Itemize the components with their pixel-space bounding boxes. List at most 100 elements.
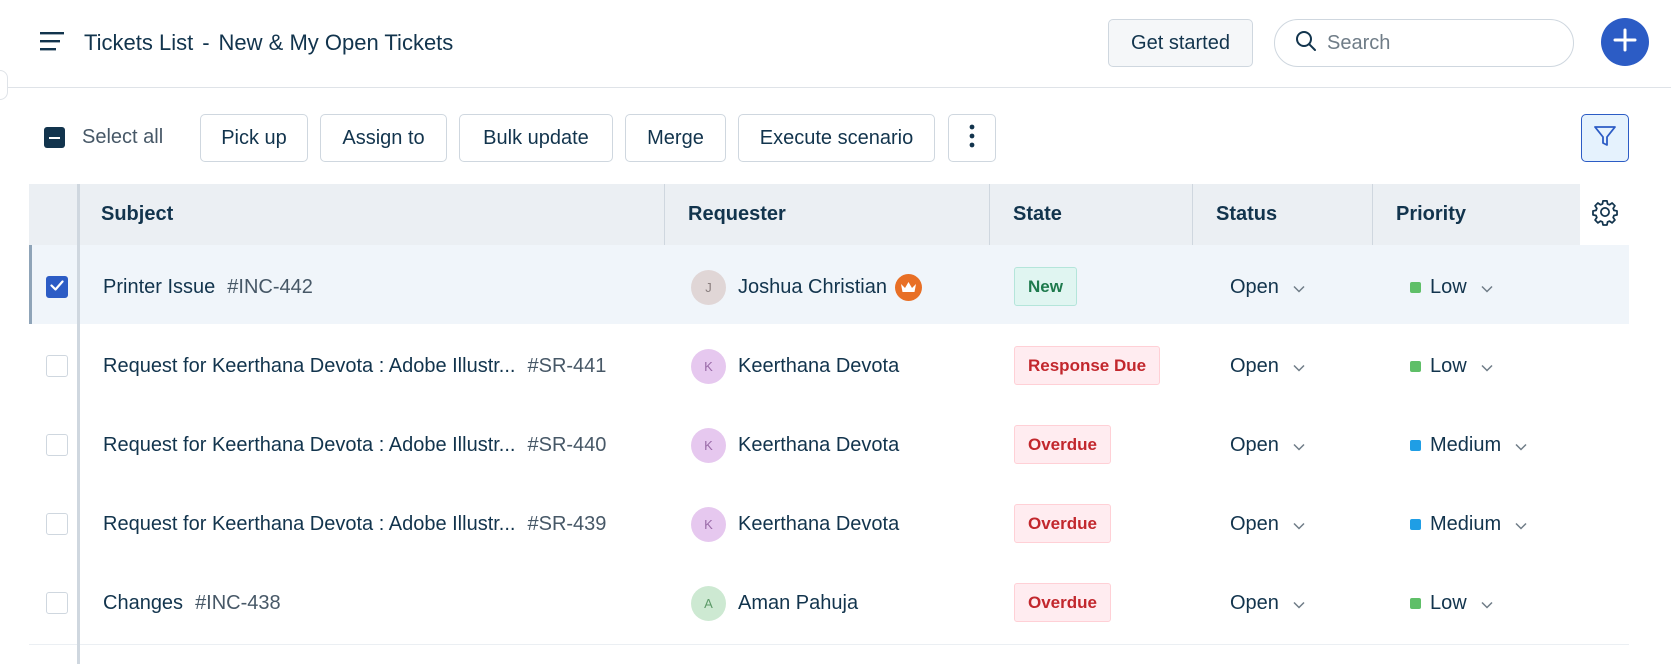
ticket-id: #INC-438 <box>195 591 281 614</box>
view-name[interactable]: New & My Open Tickets <box>219 30 454 55</box>
column-header-state[interactable]: State <box>989 184 1192 245</box>
merge-button[interactable]: Merge <box>625 114 726 162</box>
ticket-subject[interactable]: Printer Issue #INC-442 <box>103 245 663 329</box>
search-input[interactable] <box>1327 31 1547 55</box>
search-icon <box>1295 30 1317 57</box>
ticket-subject[interactable]: Request for Keerthana Devota : Adobe Ill… <box>103 482 663 566</box>
ticket-subject-text: Request for Keerthana Devota : Adobe Ill… <box>103 433 516 456</box>
status-value: Open <box>1230 354 1279 377</box>
ticket-subject[interactable]: Changes #INC-438 <box>103 561 663 645</box>
column-header-label: Status <box>1216 203 1278 225</box>
priority-color-dot <box>1410 360 1421 372</box>
funnel-filter-icon <box>1593 124 1617 153</box>
status-value: Open <box>1230 433 1279 456</box>
avatar: A <box>691 585 726 621</box>
column-header-label: State <box>1013 203 1062 225</box>
priority-dropdown[interactable]: Low <box>1410 324 1493 408</box>
avatar: K <box>691 506 726 542</box>
table-row[interactable]: Request for Keerthana Devota : Adobe Ill… <box>29 324 1629 408</box>
priority-color-dot <box>1410 281 1421 293</box>
avatar: K <box>691 348 726 384</box>
row-checkbox[interactable] <box>46 434 68 456</box>
row-checkbox[interactable] <box>46 355 68 377</box>
chevron-down-icon <box>1481 592 1493 615</box>
state-badge: New <box>1014 267 1077 306</box>
chevron-down-icon <box>1515 434 1527 457</box>
state-badge: Overdue <box>1014 425 1111 464</box>
chevron-down-icon <box>1293 434 1305 457</box>
table-row[interactable]: Changes #INC-438 A Aman Pahuja Overdue Open Lo… <box>29 561 1629 645</box>
priority-dropdown[interactable]: Low <box>1410 245 1493 329</box>
avatar: K <box>691 427 726 463</box>
ticket-subject[interactable]: Request for Keerthana Devota : Adobe Ill… <box>103 403 663 487</box>
priority-value: Low <box>1430 591 1467 614</box>
title-separator: - <box>202 30 210 55</box>
add-new-button[interactable] <box>1601 18 1649 66</box>
bulk-update-button[interactable]: Bulk update <box>459 114 613 162</box>
chevron-down-icon <box>1293 276 1305 299</box>
state-badge: Response Due <box>1014 346 1161 385</box>
status-dropdown[interactable]: Open <box>1230 403 1305 487</box>
requester-cell[interactable]: K Keerthana Devota <box>691 403 899 487</box>
requester-cell[interactable]: K Keerthana Devota <box>691 482 899 566</box>
state-badge: Overdue <box>1014 504 1111 543</box>
chevron-down-icon <box>1293 355 1305 378</box>
checkmark-icon <box>50 278 64 296</box>
hamburger-menu-icon[interactable] <box>40 30 66 52</box>
column-header-priority[interactable]: Priority <box>1372 184 1580 245</box>
status-value: Open <box>1230 275 1279 298</box>
filter-button[interactable] <box>1581 114 1629 162</box>
assign-to-button[interactable]: Assign to <box>320 114 447 162</box>
more-actions-button[interactable] <box>948 114 996 162</box>
requester-cell[interactable]: K Keerthana Devota <box>691 324 899 408</box>
status-value: Open <box>1230 512 1279 535</box>
select-all-control[interactable]: Select all <box>44 126 163 149</box>
table-settings-button[interactable] <box>1580 184 1629 245</box>
column-header-label: Requester <box>688 203 786 225</box>
ticket-id: #INC-442 <box>227 275 313 298</box>
row-checkbox[interactable] <box>46 513 68 535</box>
column-freeze-line <box>77 184 80 664</box>
row-checkbox[interactable] <box>46 592 68 614</box>
requester-cell[interactable]: A Aman Pahuja <box>691 561 858 645</box>
plus-icon <box>1613 28 1637 57</box>
sidebar-edge-handle[interactable] <box>0 70 8 100</box>
column-header-label: Priority <box>1396 203 1467 225</box>
column-header-requester[interactable]: Requester <box>664 184 989 245</box>
status-dropdown[interactable]: Open <box>1230 561 1305 645</box>
status-dropdown[interactable]: Open <box>1230 324 1305 408</box>
table-row[interactable]: Request for Keerthana Devota : Adobe Ill… <box>29 482 1629 566</box>
table-header: Subject Requester State Status Priority <box>29 184 1629 245</box>
status-dropdown[interactable]: Open <box>1230 482 1305 566</box>
table-row[interactable]: Request for Keerthana Devota : Adobe Ill… <box>29 403 1629 487</box>
priority-dropdown[interactable]: Low <box>1410 561 1493 645</box>
priority-dropdown[interactable]: Medium <box>1410 482 1527 566</box>
requester-name: Keerthana Devota <box>738 512 900 535</box>
column-header-subject[interactable]: Subject <box>77 184 694 245</box>
ticket-id: #SR-440 <box>527 433 607 456</box>
ticket-subject-text: Printer Issue <box>103 275 216 298</box>
vip-crown-icon <box>894 273 922 301</box>
table-row[interactable]: Printer Issue #INC-442 J Joshua Christian Ne… <box>29 245 1629 329</box>
select-all-checkbox[interactable] <box>44 127 65 148</box>
priority-dropdown[interactable]: Medium <box>1410 403 1527 487</box>
priority-value: Medium <box>1430 512 1502 535</box>
status-dropdown[interactable]: Open <box>1230 245 1305 329</box>
priority-value: Medium <box>1430 433 1502 456</box>
ticket-subject-text: Request for Keerthana Devota : Adobe Ill… <box>103 512 516 535</box>
ticket-subject[interactable]: Request for Keerthana Devota : Adobe Ill… <box>103 324 663 408</box>
ticket-subject-text: Changes <box>103 591 184 614</box>
row-checkbox[interactable] <box>46 276 68 298</box>
execute-scenario-button[interactable]: Execute scenario <box>738 114 935 162</box>
get-started-button[interactable]: Get started <box>1108 19 1253 67</box>
search-box[interactable] <box>1274 19 1574 67</box>
pick-up-button[interactable]: Pick up <box>200 114 308 162</box>
gear-icon <box>1591 198 1619 231</box>
requester-name: Joshua Christian <box>738 275 887 298</box>
priority-value: Low <box>1430 354 1467 377</box>
select-all-label: Select all <box>82 126 164 148</box>
chevron-down-icon <box>1481 276 1493 299</box>
requester-cell[interactable]: J Joshua Christian <box>691 245 922 329</box>
column-header-status[interactable]: Status <box>1192 184 1372 245</box>
vertical-ellipsis-icon <box>969 124 975 153</box>
